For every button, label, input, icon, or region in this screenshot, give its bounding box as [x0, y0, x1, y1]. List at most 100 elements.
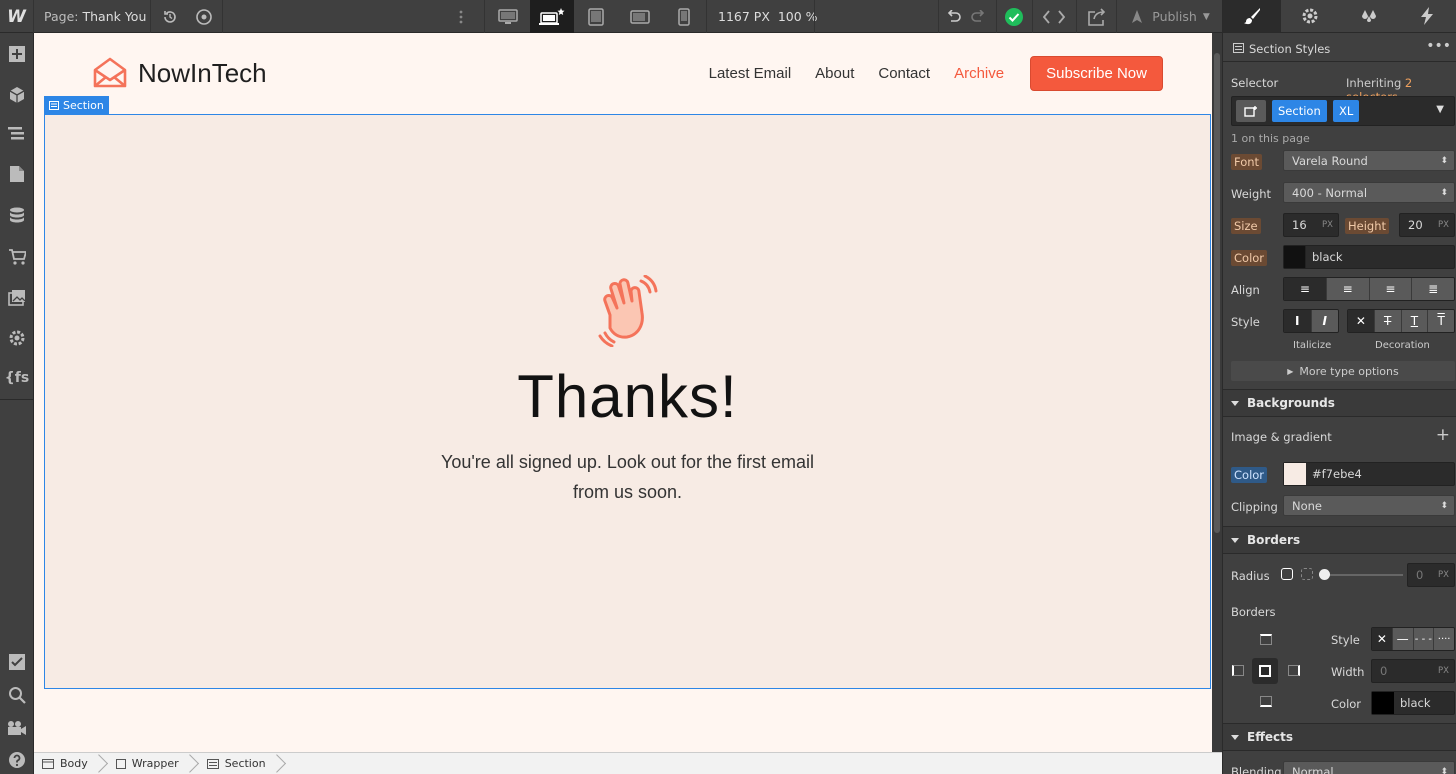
radius-unit[interactable]: PX [1438, 570, 1449, 580]
webflow-logo[interactable]: W [0, 0, 33, 33]
radius-input[interactable]: 0 PX [1407, 563, 1455, 587]
font-select[interactable]: Varela Round [1283, 150, 1455, 171]
weight-select[interactable]: 400 - Normal [1283, 182, 1455, 203]
share-icon[interactable] [1078, 0, 1116, 33]
tab-style-manager[interactable] [1340, 0, 1398, 32]
decoration-none-icon[interactable]: ✕ [1348, 310, 1375, 332]
align-right-icon[interactable]: ≡ [1369, 278, 1413, 300]
more-type-options-toggle[interactable]: ▶ More type options [1231, 361, 1455, 381]
add-elements-icon[interactable] [0, 37, 34, 71]
border-all-button[interactable] [1252, 658, 1278, 684]
subscribe-now-button[interactable]: Subscribe Now [1030, 56, 1163, 91]
overline-icon[interactable]: T [1428, 310, 1454, 332]
crumb-wrapper[interactable]: Wrapper [115, 757, 179, 770]
bg-color-field[interactable]: #f7ebe4 [1283, 462, 1455, 486]
text-color-swatch[interactable] [1284, 246, 1306, 268]
saved-check-icon[interactable] [998, 0, 1030, 33]
publish-button[interactable]: Publish ▼ [1120, 0, 1218, 33]
border-none-icon[interactable]: ✕ [1372, 628, 1393, 650]
history-icon[interactable] [154, 0, 186, 33]
design-canvas[interactable]: NowInTech Latest Email About Contact Arc… [34, 33, 1212, 752]
nav-archive[interactable]: Archive [954, 65, 1004, 82]
blending-select[interactable]: Normal [1283, 761, 1455, 774]
settings-gear-icon[interactable] [0, 321, 34, 355]
preview-eye-icon[interactable] [188, 0, 220, 33]
border-solid-icon[interactable]: — [1392, 628, 1414, 650]
radius-slider-track[interactable] [1319, 574, 1403, 576]
pages-icon[interactable] [0, 157, 34, 191]
selector-chip-section[interactable]: Section [1272, 100, 1327, 122]
selector-dropdown-icon[interactable]: ▼ [1436, 104, 1444, 115]
selector-states-button[interactable] [1236, 100, 1266, 122]
font-size-input[interactable]: 16 PX [1283, 213, 1339, 237]
border-width-unit[interactable]: PX [1438, 666, 1449, 676]
strikethrough-icon[interactable]: T [1374, 310, 1402, 332]
border-top-icon[interactable] [1260, 634, 1272, 645]
radius-slider-handle[interactable] [1319, 569, 1330, 580]
border-color-swatch[interactable] [1372, 692, 1394, 714]
mobile-portrait-breakpoint-icon[interactable] [662, 0, 706, 33]
finsweet-fs-icon[interactable]: {fs [0, 361, 34, 395]
canvas-scrollbar[interactable] [1212, 33, 1222, 752]
radius-all-icon[interactable] [1281, 568, 1293, 580]
more-vertical-icon[interactable] [448, 0, 474, 33]
border-dotted-icon[interactable]: ···· [1434, 628, 1454, 650]
border-width-input[interactable]: 0 PX [1371, 659, 1455, 683]
clipping-select[interactable]: None [1283, 495, 1455, 516]
tab-style[interactable] [1223, 0, 1282, 32]
align-justify-icon[interactable]: ≣ [1412, 278, 1454, 300]
navigator-icon[interactable] [0, 117, 34, 151]
nav-contact[interactable]: Contact [878, 65, 930, 82]
nav-about[interactable]: About [815, 65, 854, 82]
add-background-icon[interactable]: + [1436, 425, 1450, 445]
text-color-field[interactable]: black [1283, 245, 1455, 269]
size-unit[interactable]: PX [1322, 220, 1333, 230]
align-center-icon[interactable]: ≡ [1326, 278, 1370, 300]
code-export-icon[interactable] [1034, 0, 1074, 33]
panel-tabs [1223, 0, 1456, 33]
crumb-section[interactable]: Section [206, 757, 266, 770]
tablet-breakpoint-icon[interactable] [574, 0, 618, 33]
nav-latest-email[interactable]: Latest Email [709, 65, 792, 82]
help-icon[interactable] [0, 743, 34, 774]
radius-individual-icon[interactable] [1301, 568, 1313, 580]
ecommerce-cart-icon[interactable] [0, 240, 34, 274]
borders-header[interactable]: Borders [1223, 526, 1456, 554]
bg-color-swatch[interactable] [1284, 463, 1306, 485]
redo-icon[interactable] [966, 0, 990, 33]
align-left-icon[interactable]: ≡ [1284, 278, 1327, 300]
cms-database-icon[interactable] [0, 199, 34, 233]
height-unit[interactable]: PX [1438, 220, 1449, 230]
selected-element-tag[interactable]: Section [44, 96, 109, 114]
tab-interactions[interactable] [1398, 0, 1456, 32]
border-color-field[interactable]: black [1371, 691, 1455, 715]
undo-icon[interactable] [942, 0, 966, 33]
tab-settings[interactable] [1281, 0, 1339, 32]
brand-link[interactable]: NowInTech [92, 57, 267, 89]
audit-checklist-icon[interactable] [0, 645, 34, 679]
italic-off-icon[interactable]: I [1284, 310, 1312, 332]
assets-image-icon[interactable] [0, 281, 34, 315]
scrollbar-thumb[interactable] [1214, 53, 1220, 533]
border-dashed-icon[interactable]: - - - [1413, 628, 1435, 650]
video-tutorials-icon[interactable] [0, 711, 34, 745]
border-right-icon[interactable] [1288, 665, 1300, 676]
selector-chip-xl[interactable]: XL [1333, 100, 1360, 122]
selector-field[interactable]: Section XL ▼ [1231, 96, 1455, 126]
line-height-input[interactable]: 20 PX [1399, 213, 1455, 237]
border-bottom-icon[interactable] [1260, 696, 1272, 707]
mobile-landscape-breakpoint-icon[interactable] [618, 0, 662, 33]
thanks-section[interactable]: Thanks! You're all signed up. Look out f… [44, 114, 1211, 689]
more-options-icon[interactable]: ••• [1426, 38, 1451, 54]
page-selector[interactable]: Page: Thank You [34, 0, 156, 33]
border-left-icon[interactable] [1232, 665, 1244, 676]
effects-header[interactable]: Effects [1223, 723, 1456, 751]
desktop-breakpoint-icon[interactable] [486, 0, 530, 33]
crumb-body[interactable]: Body [42, 757, 88, 770]
symbols-cube-icon[interactable] [0, 78, 34, 112]
italic-on-icon[interactable]: I [1311, 310, 1338, 332]
underline-icon[interactable]: T [1401, 310, 1429, 332]
large-desktop-breakpoint-icon[interactable] [530, 0, 574, 33]
search-icon[interactable] [0, 678, 34, 712]
backgrounds-header[interactable]: Backgrounds [1223, 389, 1456, 417]
